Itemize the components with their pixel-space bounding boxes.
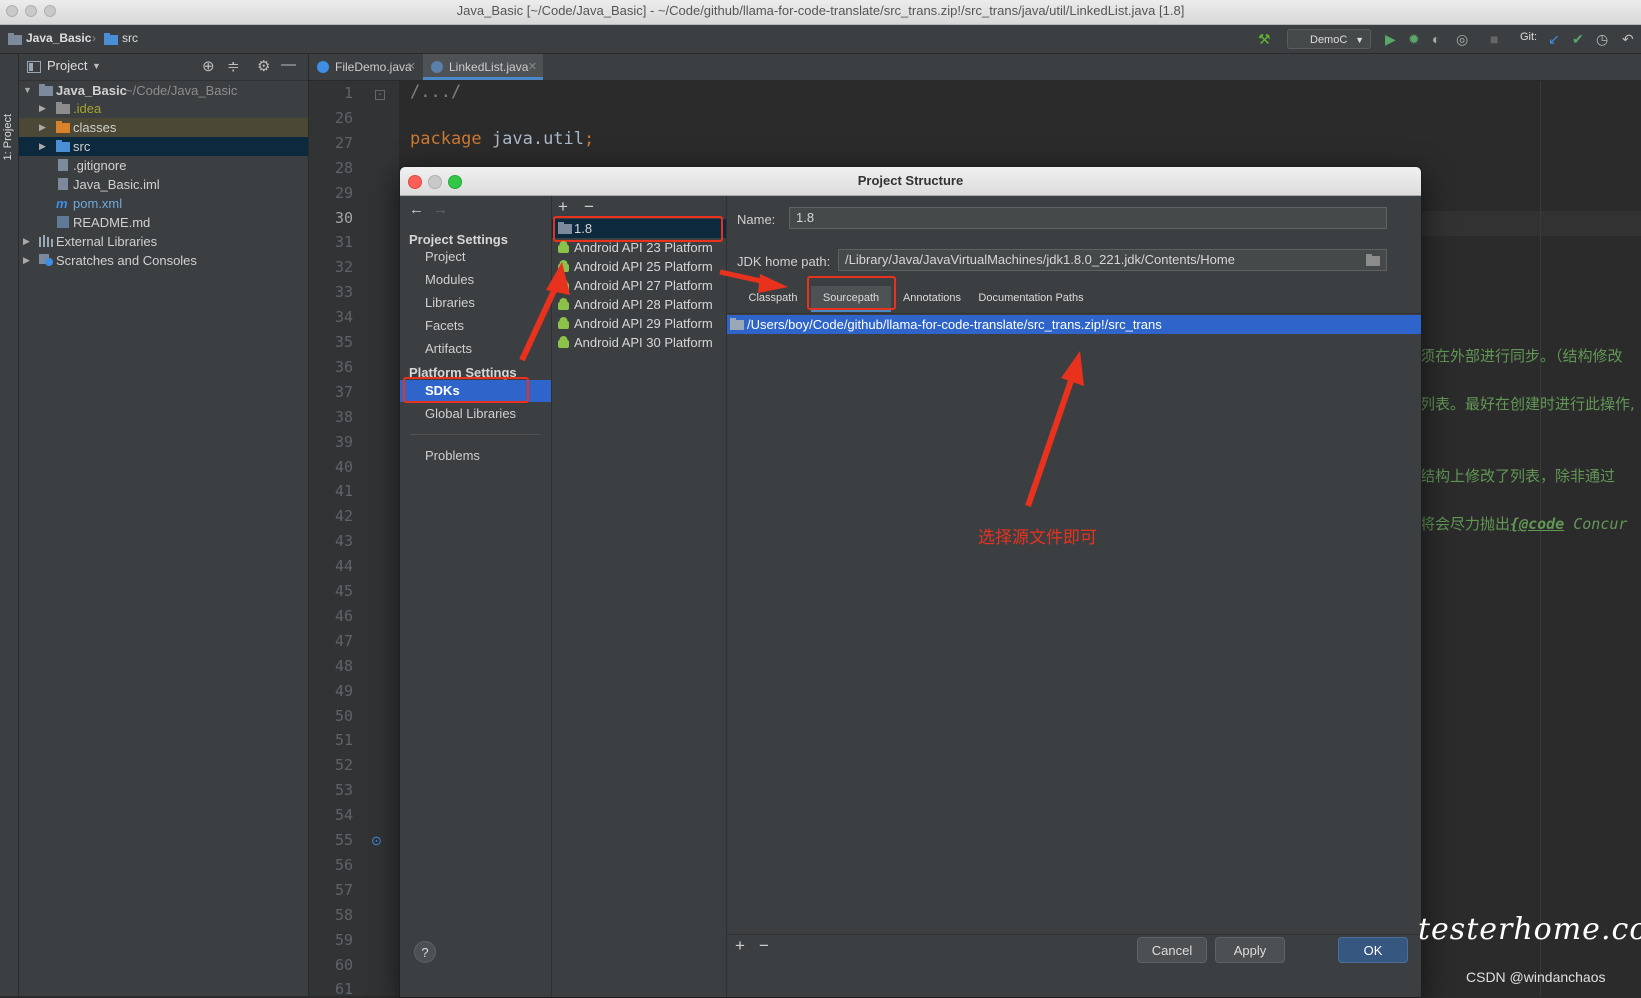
- arrow-to-jdk: [519, 280, 561, 362]
- testerhome-watermark: testerhome.com: [1418, 912, 1641, 947]
- annotation-text: 选择源文件即可: [978, 528, 1097, 547]
- csdn-watermark: CSDN @windanchaos: [1466, 969, 1606, 985]
- annotation-arrows: [519, 262, 1084, 507]
- arrow-head-icon: [546, 262, 570, 295]
- arrow-to-path: [1025, 371, 1077, 507]
- arrow-head-icon: [1061, 351, 1084, 386]
- arrow-head-icon: [758, 274, 788, 293]
